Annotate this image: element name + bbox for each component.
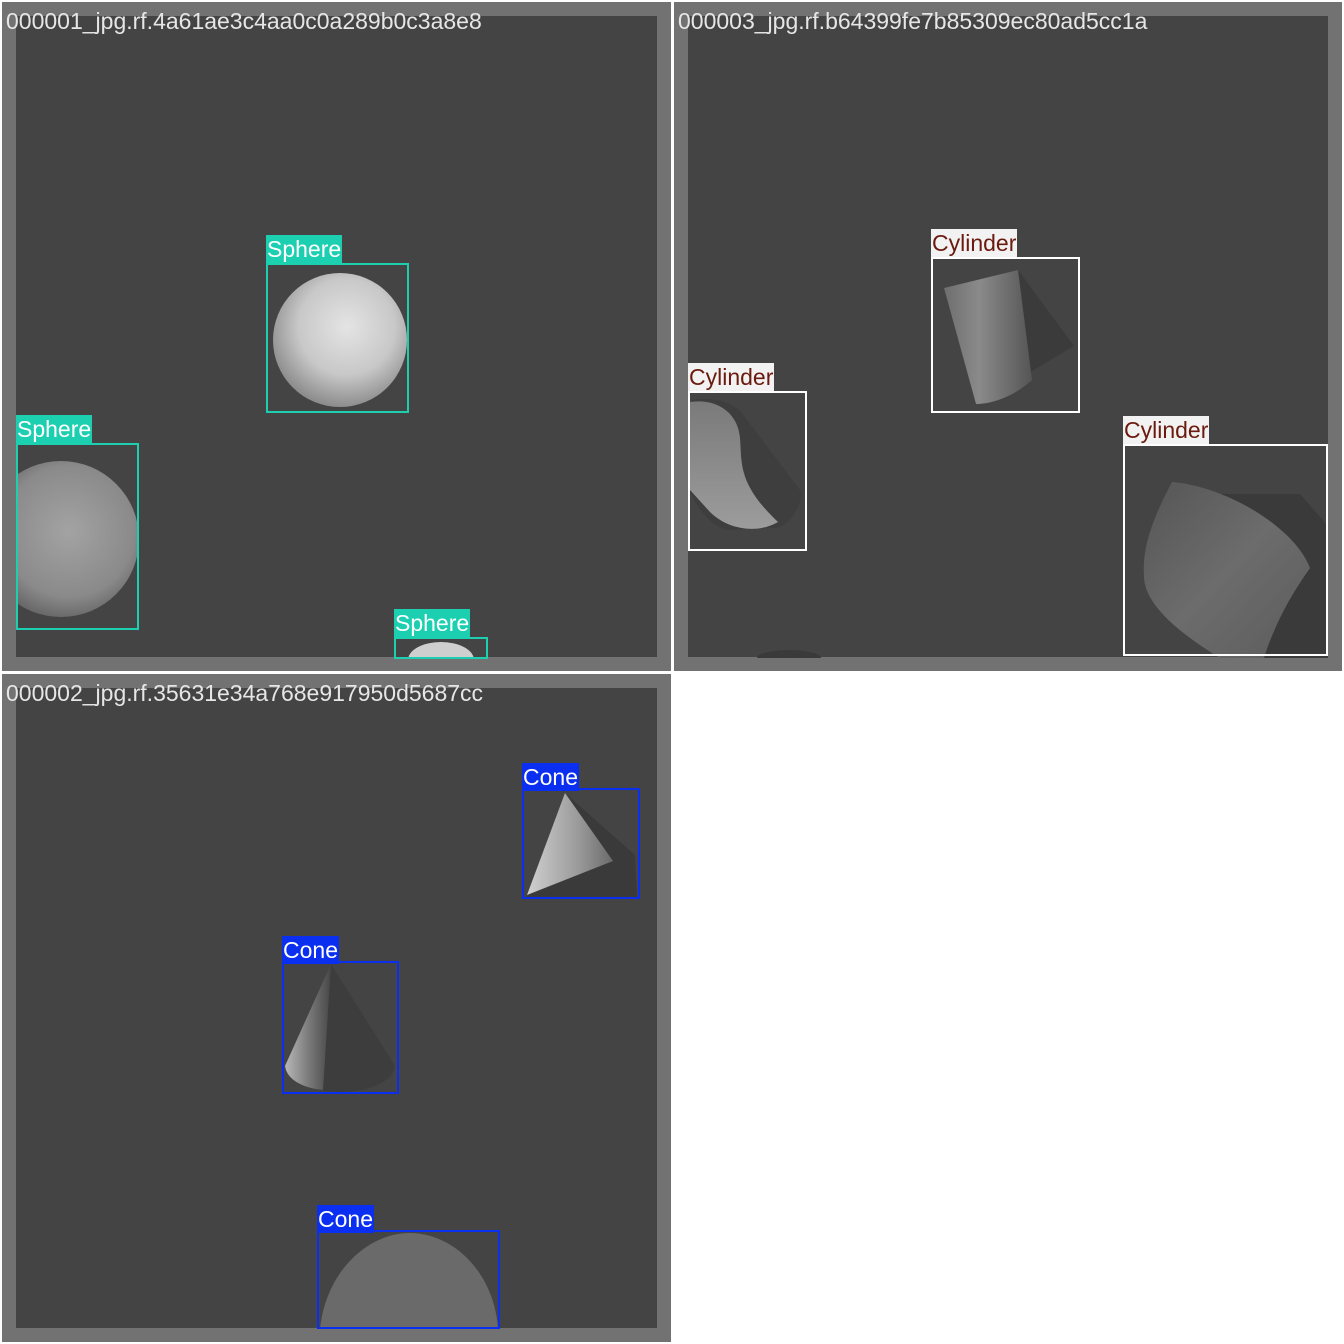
detection-label: Cylinder <box>688 363 775 391</box>
image-filename: 000001_jpg.rf.4a61ae3c4aa0c0a289b0c3a8e8 <box>6 8 482 34</box>
bounding-box <box>1123 444 1328 656</box>
detection-mosaic: { "palette": { "sphere": "#1ccfb1", "cyl… <box>0 0 1344 1344</box>
detection-label: Cone <box>282 936 339 964</box>
detection-label: Sphere <box>16 415 93 443</box>
detection-label: Cylinder <box>931 229 1018 257</box>
detection-label: Cone <box>317 1205 374 1233</box>
detection-label: Sphere <box>266 235 343 263</box>
bounding-box <box>16 443 139 630</box>
bounding-box <box>931 257 1080 413</box>
empty-quadrant <box>674 674 1342 1342</box>
bounding-box <box>688 391 807 551</box>
cylinder-shape <box>757 650 821 658</box>
detection-label: Cone <box>522 763 579 791</box>
tile-cones: Cone Cone Cone 000002_jpg.rf.35631e34a76… <box>2 674 671 1342</box>
image-filename: 000003_jpg.rf.b64399fe7b85309ec80ad5cc1a <box>678 8 1148 34</box>
bounding-box <box>394 637 488 659</box>
bounding-box <box>522 788 640 899</box>
detection-label: Sphere <box>394 609 471 637</box>
tile-spheres: Sphere Sphere Sphere 000001_jpg.rf.4a61a… <box>2 2 671 671</box>
tile-cylinders: Cylinder Cylinder Cylinder 000003_jpg.rf… <box>674 2 1342 671</box>
detection-label: Cylinder <box>1123 416 1210 444</box>
image-filename: 000002_jpg.rf.35631e34a768e917950d5687cc <box>6 680 484 706</box>
bounding-box <box>266 263 409 413</box>
bounding-box <box>282 961 399 1094</box>
bounding-box <box>317 1230 500 1329</box>
